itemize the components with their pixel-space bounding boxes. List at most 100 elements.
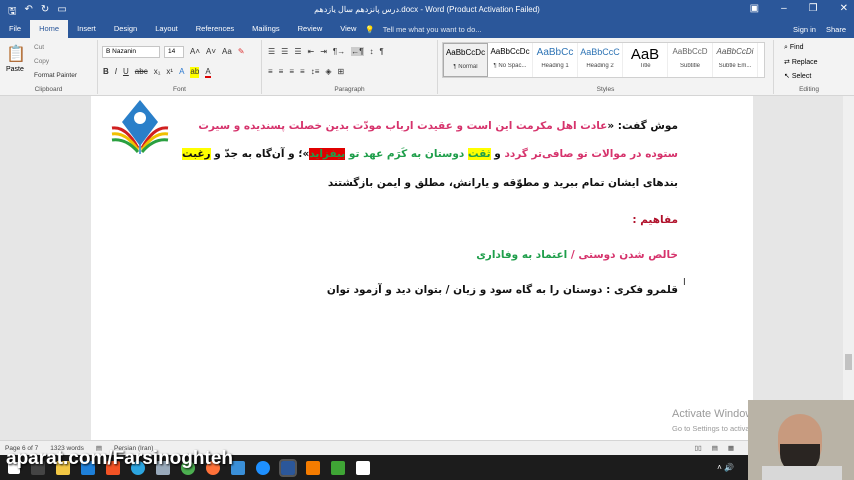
style-name: ¶ No Spac... [493,63,527,69]
rtl-icon[interactable]: ←¶ [351,47,364,56]
scrollbar-thumb[interactable] [845,354,852,370]
paste-icon: 📋 [6,46,26,63]
style-subtitle[interactable]: AaBbCcD Subtitle [668,43,713,77]
read-mode-icon[interactable]: ▯▯ [695,444,702,452]
share-button[interactable]: Share [826,25,846,34]
print-layout-icon[interactable]: ▤ [712,444,718,452]
tab-review[interactable]: Review [289,20,332,38]
style-title[interactable]: AaB Title [623,43,668,77]
align-right-icon[interactable]: ≡ [289,67,294,76]
tab-layout[interactable]: Layout [146,20,187,38]
highlight-icon[interactable]: ab [190,67,200,78]
tab-insert[interactable]: Insert [68,20,105,38]
borders-icon[interactable]: ⊞ [338,67,345,76]
word-icon[interactable] [279,458,297,477]
ltr-icon[interactable]: ¶→ [333,47,345,56]
font-name-select[interactable]: B Nazanin [102,46,160,58]
sign-in-link[interactable]: Sign in [793,25,816,34]
underline-icon[interactable]: U [123,67,129,78]
italic-icon[interactable]: I [115,67,117,78]
justify-icon[interactable]: ≡ [300,67,305,76]
text-run: موش گفت: « [607,120,678,132]
pilcrow-icon[interactable]: ¶ [380,47,384,56]
highlighted-text: ثقت [467,148,491,160]
title-bar: 🖫 ↶ ↻ ▭ درس پانزدهم سال یازدهم.docx - Word … [0,0,854,20]
paragraph-label: Paragraph [334,86,365,93]
bold-icon[interactable]: B [103,67,109,78]
style-sample: AaB [630,47,660,63]
ribbon: 📋 Paste Cut Copy Format Painter Clipboar… [0,38,854,96]
camtasia-recorder-icon[interactable] [356,460,370,475]
system-tray[interactable]: ˄ 🔊 [717,463,734,472]
style-name: Title [639,63,651,69]
camtasia-icon[interactable] [331,460,345,475]
web-layout-icon[interactable]: ▦ [728,444,734,452]
select-button[interactable]: ↖ Select [784,72,811,80]
mail-icon[interactable] [231,460,245,475]
tab-file[interactable]: File [0,20,30,38]
style-sample: AaBbCcD [672,47,708,56]
text-effects-icon[interactable]: A [179,67,184,78]
styles-gallery: AaBbCcDc ¶ Normal AaBbCcDc ¶ No Spac... Aa… [442,42,765,78]
multilevel-icon[interactable]: ☰ [294,47,301,56]
style-subtle-emphasis[interactable]: AaBbCcDi Subtle Em... [713,43,758,77]
subscript-icon[interactable]: x₁ [154,67,161,78]
shading-icon[interactable]: ◈ [325,67,331,76]
doc-line-3: بندهای ایشان تمام ببرید و مطوّقه و یاران… [327,177,678,189]
find-button[interactable]: ⌕ Find [784,44,804,52]
tab-design[interactable]: Design [105,20,146,38]
doc-concepts: خالص شدن دوستی / اعتماد به وفاداری [476,249,678,261]
highlighted-text: رغبت [181,148,211,160]
style-name: Heading 2 [586,63,614,69]
align-left-icon[interactable]: ≡ [268,67,273,76]
font-size-select[interactable]: 14 [164,46,184,58]
change-case-icon[interactable]: Aa [222,47,232,56]
strikethrough-icon[interactable]: abc [135,67,148,78]
text-run: / [567,249,579,261]
doc-heading: مفاهیم : [632,214,678,226]
line-spacing-icon[interactable]: ↕≡ [311,67,320,76]
bullets-icon[interactable]: ☰ [268,47,275,56]
text-run: دوستان به کَرَم عهد تو [345,148,468,160]
superscript-icon[interactable]: x¹ [166,67,173,78]
app-orange-icon[interactable] [306,460,320,475]
numbering-icon[interactable]: ☰ [281,47,288,56]
center-icon[interactable]: ≡ [279,67,284,76]
close-button[interactable]: ✕ [840,3,848,14]
style-no-spacing[interactable]: AaBbCcDc ¶ No Spac... [488,43,533,77]
decrease-indent-icon[interactable]: ⇤ [308,47,315,56]
tab-view[interactable]: View [331,20,365,38]
style-normal[interactable]: AaBbCcDc ¶ Normal [443,43,488,77]
clear-format-icon[interactable]: ✎ [238,47,245,56]
tab-references[interactable]: References [187,20,243,38]
format-painter-button[interactable]: Format Painter [34,72,77,79]
vertical-scrollbar[interactable] [843,96,854,440]
paste-button[interactable]: Paste [6,66,24,73]
cut-button[interactable]: Cut [34,44,44,51]
sort-icon[interactable]: ↕ [370,47,374,56]
tell-me-input[interactable]: Tell me what you want to do... [383,25,482,34]
text-run: خالص شدن دوستی [578,249,678,261]
minimize-button[interactable]: – [781,3,787,14]
style-sample: AaBbCc [536,47,574,58]
grow-font-icon[interactable]: A˄ [190,47,200,56]
replace-button[interactable]: ⇄ Replace [784,58,818,66]
shrink-font-icon[interactable]: A˅ [206,47,216,56]
copy-button[interactable]: Copy [34,58,49,65]
tab-home[interactable]: Home [30,20,69,38]
font-color-icon[interactable]: A [205,67,211,78]
webcam-overlay [748,400,854,480]
find-label: Find [789,44,804,51]
style-name: ¶ Normal [453,64,478,70]
style-heading-2[interactable]: AaBbCcC Heading 2 [578,43,623,77]
increase-indent-icon[interactable]: ⇥ [320,47,327,56]
style-heading-1[interactable]: AaBbCc Heading 1 [533,43,578,77]
style-name: Subtle Em... [718,63,752,69]
ribbon-options-icon[interactable]: ▣ [750,3,759,14]
tab-mailings[interactable]: Mailings [243,20,289,38]
internet-explorer-icon[interactable] [256,460,270,475]
doc-line-1: موش گفت: «عادت اهل مکرمت این است و عقیدت… [198,120,678,132]
maximize-button[interactable]: ❐ [809,3,818,14]
style-name: Subtitle [679,63,700,69]
highlighted-text: بیفزاید [309,148,346,160]
